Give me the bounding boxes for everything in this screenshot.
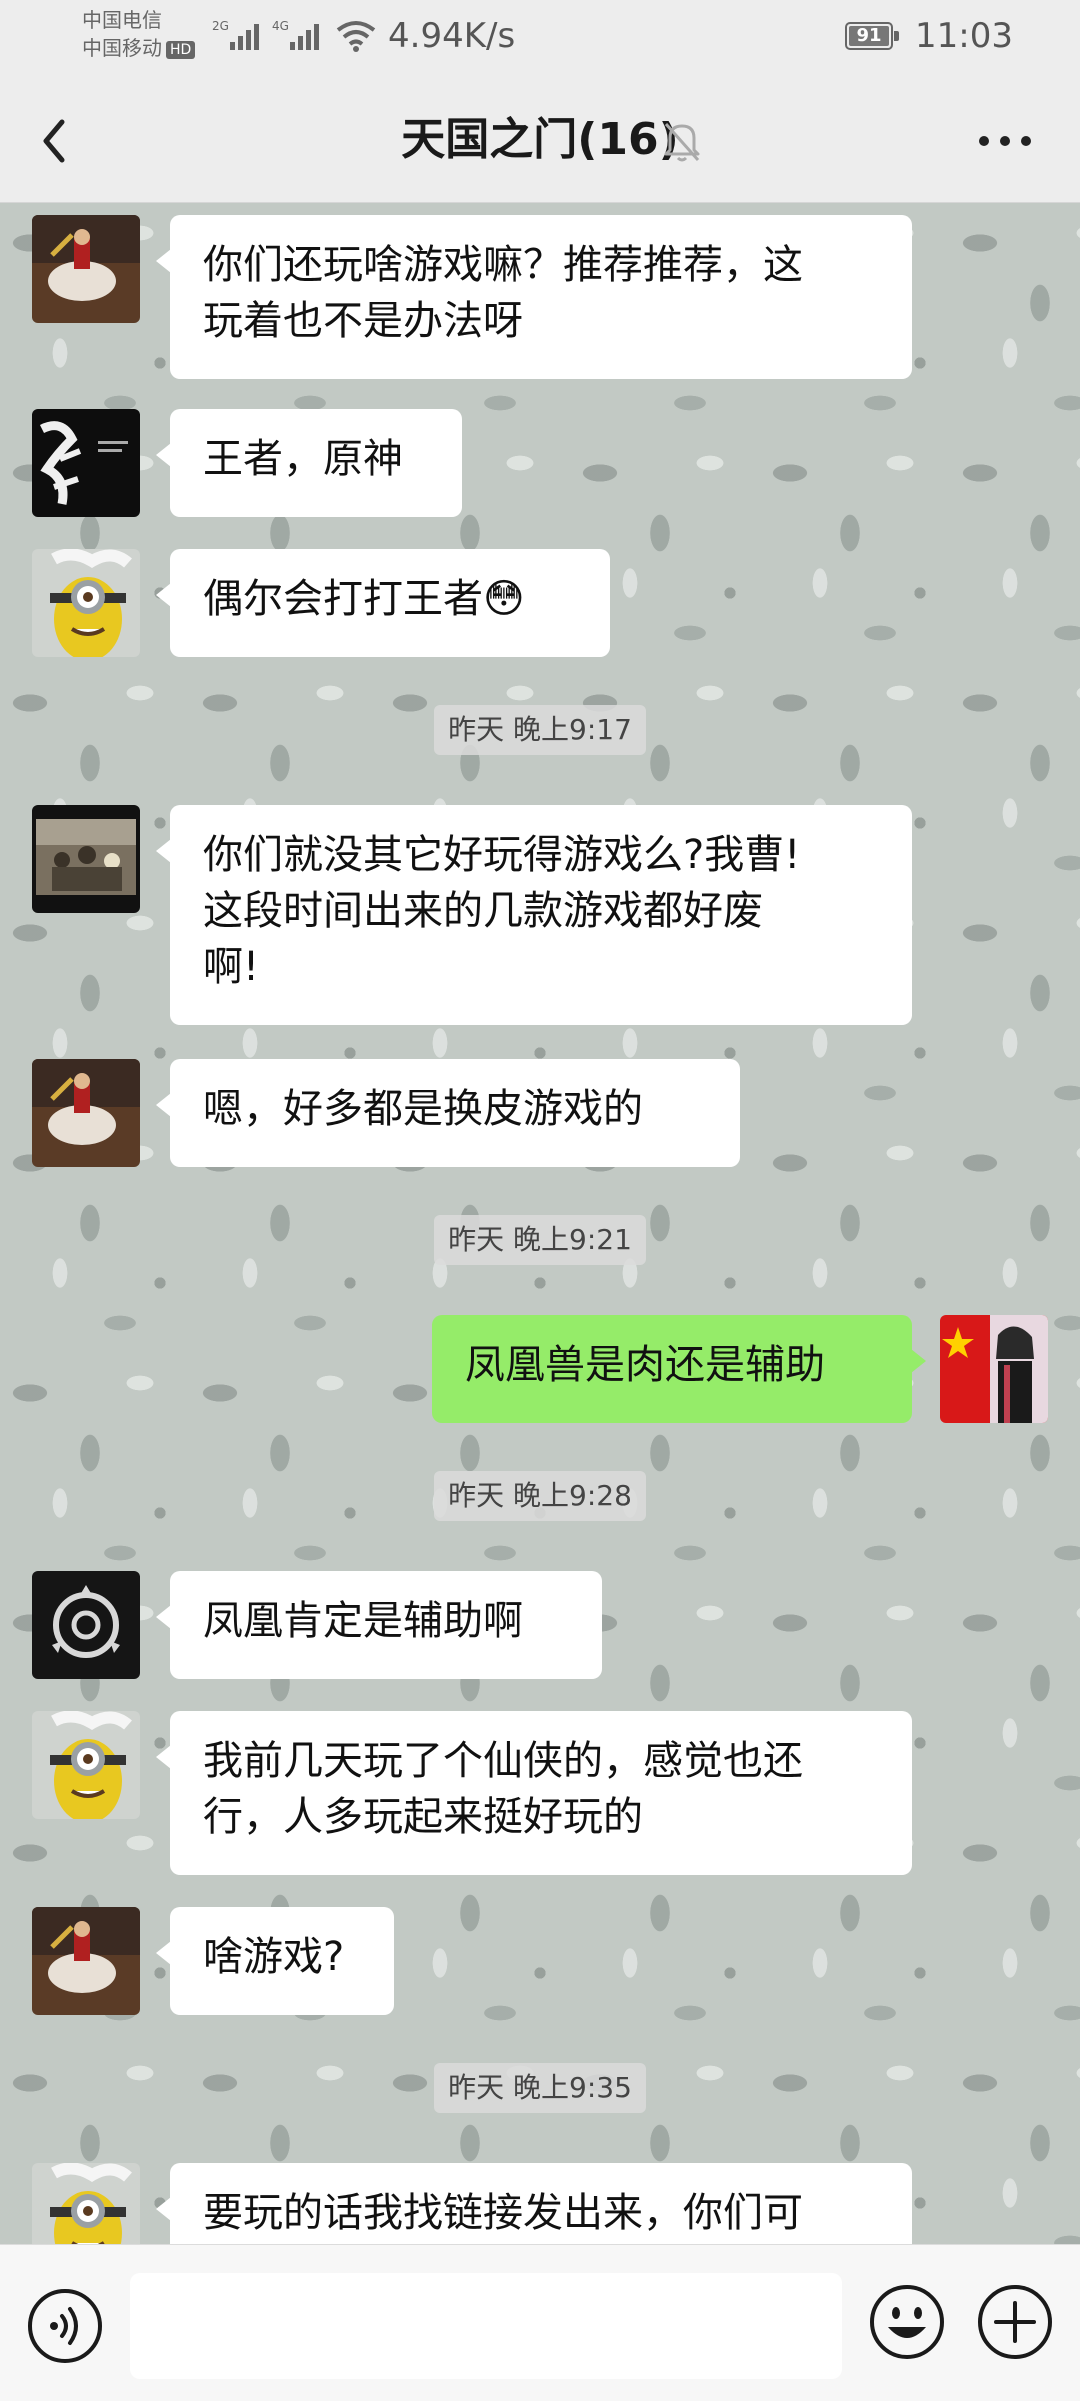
signal-1-label: 2G [212, 19, 229, 33]
chat-title: 天国之门(16) [401, 114, 679, 165]
battery-level: 91 [856, 25, 882, 46]
flag-character-avatar [940, 1315, 1048, 1423]
carrier-info: 中国电信 中国移动 HD [82, 6, 196, 62]
message-bubble[interactable]: 你们还玩啥游戏嘛？推荐推荐，这 玩着也不是办法呀 [156, 215, 912, 379]
timestamp: 昨天 晚上9:21 [0, 1215, 1080, 1265]
scp-logo-avatar [32, 1571, 140, 1679]
signal-icon-1: 2G [212, 19, 259, 50]
voice-icon[interactable] [26, 2287, 104, 2365]
timestamp: 昨天 晚上9:28 [0, 1471, 1080, 1521]
carrier-2: 中国移动 [82, 36, 162, 60]
input-bar [0, 2244, 1080, 2401]
chat-header: 天国之门(16) [0, 80, 1080, 203]
horseman-avatar [32, 215, 140, 323]
minion-avatar [32, 2163, 140, 2244]
minion-avatar [32, 1711, 140, 1819]
timestamp-text: 昨天 晚上9:28 [434, 1471, 646, 1521]
timestamp-text: 昨天 晚上9:17 [434, 705, 646, 755]
avatar[interactable] [32, 2163, 140, 2244]
chat-message-list[interactable]: 你们还玩啥游戏嘛？推荐推荐，这 玩着也不是办法呀 王者，原神 偶尔会打打王者😳 … [0, 203, 1080, 2244]
calligraphy-avatar [32, 409, 140, 517]
avatar[interactable] [32, 1571, 140, 1679]
signal-icon-2: 4G [272, 19, 319, 50]
hd-badge: HD [166, 40, 196, 59]
network-speed: 4.94K/s [388, 16, 516, 56]
timestamp: 昨天 晚上9:17 [0, 705, 1080, 755]
carrier-1: 中国电信 [82, 8, 162, 32]
message-bubble[interactable]: 偶尔会打打王者😳 [156, 549, 610, 657]
avatar[interactable] [32, 1059, 140, 1167]
avatar[interactable] [32, 805, 140, 913]
message-bubble[interactable]: 嗯，好多都是换皮游戏的 [156, 1059, 740, 1167]
timestamp-text: 昨天 晚上9:35 [434, 2063, 646, 2113]
avatar[interactable] [32, 409, 140, 517]
avatar[interactable] [32, 215, 140, 323]
status-time: 11:03 [915, 16, 1013, 56]
horseman-avatar [32, 1059, 140, 1167]
avatar[interactable] [32, 1711, 140, 1819]
message-bubble[interactable]: 凤凰肯定是辅助啊 [156, 1571, 602, 1679]
bell-off-icon [664, 123, 700, 162]
message-bubble-outgoing[interactable]: 凤凰兽是肉还是辅助 [432, 1315, 926, 1423]
message-bubble[interactable]: 王者，原神 [156, 409, 462, 517]
message-bubble[interactable]: 啥游戏? [156, 1907, 394, 2015]
avatar[interactable] [32, 549, 140, 657]
message-input[interactable] [130, 2273, 842, 2379]
avatar[interactable] [32, 1907, 140, 2015]
status-bar: 中国电信 中国移动 HD 2G 4G 4.94K/s 91 11:03 [0, 0, 1080, 80]
horseman-avatar [32, 1907, 140, 2015]
timestamp-text: 昨天 晚上9:21 [434, 1215, 646, 1265]
signal-2-label: 4G [272, 19, 289, 33]
battery-icon: 91 [845, 22, 899, 50]
message-bubble[interactable]: 我前几天玩了个仙侠的，感觉也还 行，人多玩起来挺好玩的 [156, 1711, 912, 1875]
emoji-icon[interactable] [868, 2283, 946, 2361]
timestamp: 昨天 晚上9:35 [0, 2063, 1080, 2113]
avatar-self[interactable] [940, 1315, 1048, 1423]
minion-avatar [32, 549, 140, 657]
message-bubble[interactable]: 你们就没其它好玩得游戏么?我曹! 这段时间出来的几款游戏都好废 啊! [156, 805, 912, 1025]
army-avatar [32, 805, 140, 913]
more-dots-icon[interactable] [970, 108, 1040, 174]
message-bubble[interactable]: 要玩的话我找链接发出来，你们可 [156, 2163, 912, 2244]
plus-icon[interactable] [976, 2283, 1054, 2361]
wifi-icon [336, 21, 376, 52]
